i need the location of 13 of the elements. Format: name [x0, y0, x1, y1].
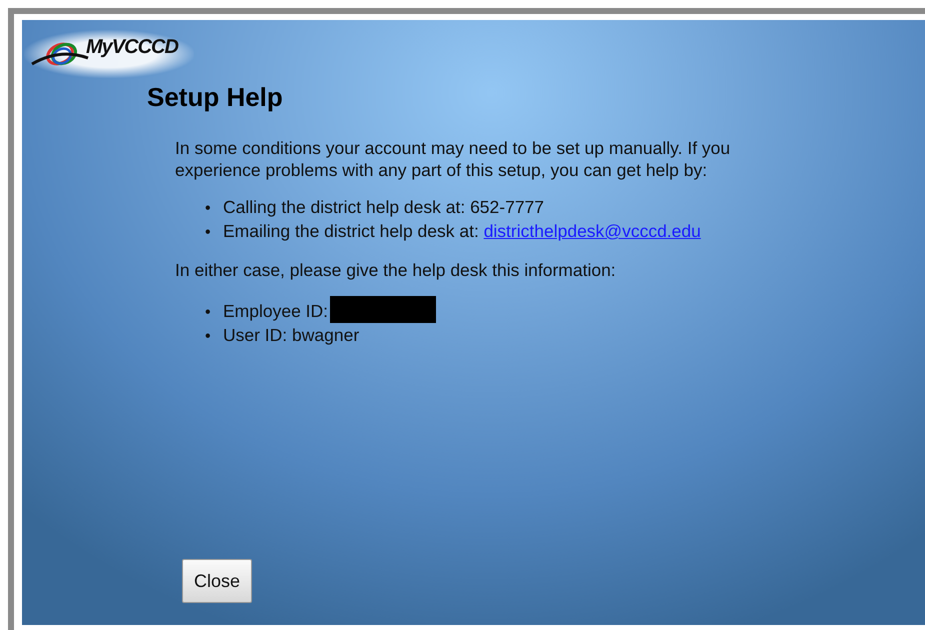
intro-text: In some conditions your account may need to be set up manually. If you experience problems with any part of this setup, you can get help by: — [175, 137, 732, 181]
info-text: User ID: bwagner — [223, 325, 360, 345]
info-text: Employee ID: — [223, 301, 328, 321]
info-intro-text: In either case, please give the help desk this information: — [175, 259, 617, 281]
bullet: • — [205, 303, 212, 323]
logo-text: MyVCCCD — [86, 36, 178, 59]
bullet: • — [205, 327, 212, 347]
close-button[interactable]: Close — [182, 559, 252, 603]
contact-text: Emailing the district help desk at: — [223, 221, 480, 241]
bullet: • — [205, 223, 212, 243]
page-title: Setup Help — [147, 82, 284, 113]
contact-text: Calling the district help desk at: 652-7777 — [223, 197, 544, 217]
bullet: • — [205, 199, 212, 219]
